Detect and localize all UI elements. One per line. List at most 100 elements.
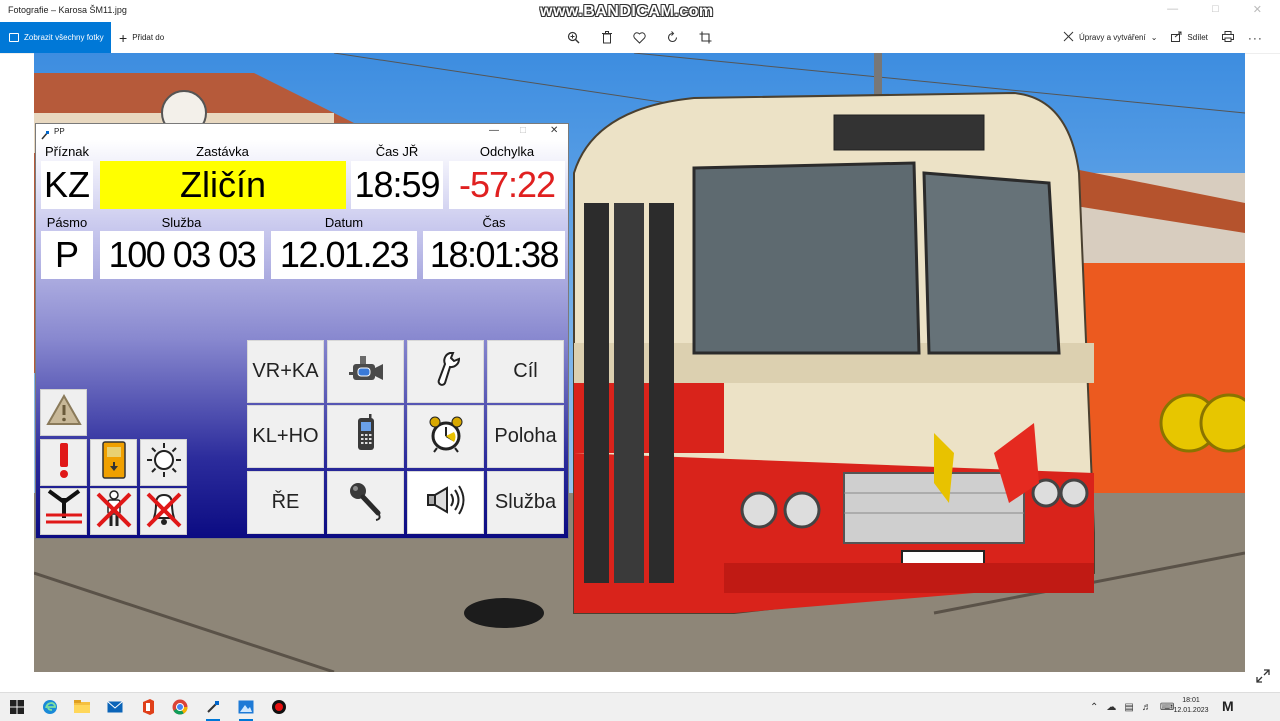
share-label: Sdílet [1187, 33, 1208, 42]
service-value: 100 03 03 [100, 231, 264, 279]
sluzba-button[interactable]: Služba [487, 471, 564, 534]
office-icon[interactable] [139, 698, 157, 716]
bandicam-record-icon[interactable] [270, 698, 288, 716]
taskbar-clock[interactable]: 18:01 12.01.2023 [1168, 696, 1214, 716]
pp-app-taskbar-icon[interactable] [204, 698, 222, 721]
photos-toolbar: Zobrazit všechny fotky + Přidat do Úprav… [0, 22, 1280, 54]
cil-label: Cíl [513, 360, 538, 382]
sun-icon [145, 441, 183, 484]
passenger-off-button[interactable] [90, 488, 137, 535]
kl-ho-button[interactable]: KL+HO [247, 405, 324, 468]
onedrive-icon[interactable]: ☁ [1106, 702, 1116, 713]
pp-minimize-icon[interactable]: — [489, 125, 499, 136]
datum-label: Datum [324, 215, 364, 230]
re-label: ŘE [271, 491, 300, 513]
zastavka-label: Zastávka [196, 144, 249, 159]
kl-ho-label: KL+HO [252, 425, 319, 447]
print-icon[interactable] [1221, 31, 1234, 44]
scheduled-time-value: 18:59 [351, 161, 443, 209]
sluzba-label: Služba [161, 215, 202, 230]
sluzba-button-label: Služba [494, 491, 557, 513]
odchylka-label: Odchylka [479, 144, 535, 159]
priznak-value: KZ [41, 161, 93, 209]
service-tools-button[interactable] [407, 340, 484, 403]
re-button[interactable]: ŘE [247, 471, 324, 534]
chrome-icon[interactable] [171, 698, 189, 716]
edit-create-label: Úpravy a vytváření [1079, 33, 1146, 42]
alarm-clock-icon [427, 414, 465, 460]
pp-app-icon [41, 127, 49, 140]
bell-crossed-icon [144, 488, 184, 535]
loudspeaker-icon [425, 484, 467, 522]
crop-icon[interactable] [698, 30, 713, 45]
add-to-button[interactable]: + Přidat do [119, 22, 164, 53]
pasmo-label: Pásmo [46, 215, 88, 230]
announcement-button[interactable] [407, 471, 484, 534]
pp-body: Příznak Zastávka Čas JŘ Odchylka KZ Zlič… [36, 140, 568, 538]
edit-create-button[interactable]: Úpravy a vytváření ⌄ [1063, 31, 1157, 44]
view-all-photos-label: Zobrazit všechny fotky [24, 33, 104, 42]
clock-time: 18:01 [1182, 697, 1200, 704]
person-crossed-icon [94, 488, 134, 535]
validator-button[interactable] [90, 439, 137, 486]
pasmo-value: P [41, 231, 93, 279]
fullscreen-icon[interactable] [1256, 669, 1270, 683]
system-tray: ⌃ ☁ ▤ ♬ ⌨ [1090, 693, 1174, 721]
app-titlebar: Fotografie – Karosa ŠM11.jpg www.BANDICA… [0, 0, 1280, 22]
video-camera-icon [347, 350, 385, 394]
alarm-button[interactable] [407, 405, 484, 468]
more-options-icon[interactable]: ··· [1248, 31, 1263, 45]
brightness-button[interactable] [140, 439, 187, 486]
alert-button[interactable] [40, 439, 87, 486]
photo-actions [566, 22, 713, 53]
windows-start-icon[interactable] [8, 698, 26, 716]
cas-label: Čas [482, 215, 506, 230]
file-explorer-icon[interactable] [73, 698, 91, 716]
delete-icon[interactable] [599, 30, 614, 45]
toolbar-right: Úpravy a vytváření ⌄ Sdílet ··· [1063, 22, 1263, 53]
camera-button[interactable] [327, 340, 404, 403]
pp-close-icon[interactable]: ✕ [550, 125, 558, 136]
poloha-button[interactable]: Poloha [487, 405, 564, 468]
vr-ka-button[interactable]: VR+KA [247, 340, 324, 403]
mobile-phone-icon [351, 413, 381, 460]
rotate-icon[interactable] [665, 30, 680, 45]
vr-ka-label: VR+KA [252, 360, 319, 382]
tray-chevron-up-icon[interactable]: ⌃ [1090, 702, 1098, 713]
zoom-icon[interactable] [566, 30, 581, 45]
bell-off-button[interactable] [140, 488, 187, 535]
wrench-icon [429, 350, 463, 394]
share-button[interactable]: Sdílet [1171, 31, 1208, 44]
photos-app-icon[interactable] [237, 698, 255, 721]
share-icon [1171, 31, 1182, 44]
antenna-crossed-icon [43, 488, 85, 535]
stop-name-value: Zličín [100, 161, 346, 209]
edge-browser-icon[interactable] [41, 698, 59, 716]
maximize-icon[interactable]: □ [1212, 3, 1219, 16]
warning-button[interactable] [40, 389, 87, 436]
bandicut-icon[interactable]: M [1222, 698, 1234, 714]
microphone-icon [346, 479, 386, 527]
volume-icon[interactable]: ♬ [1142, 702, 1152, 713]
favorite-heart-icon[interactable] [632, 30, 647, 45]
clock-value: 18:01:38 [423, 231, 565, 279]
view-all-photos-button[interactable]: Zobrazit všechny fotky [0, 22, 111, 53]
microphone-button[interactable] [327, 471, 404, 534]
plus-icon: + [119, 29, 128, 46]
chevron-down-icon: ⌄ [1150, 33, 1158, 42]
cil-button[interactable]: Cíl [487, 340, 564, 403]
exclamation-icon [57, 441, 71, 484]
warning-triangle-icon [45, 393, 82, 431]
minimize-icon[interactable]: — [1167, 3, 1178, 16]
pp-maximize-icon[interactable]: □ [520, 125, 526, 136]
cas-jr-label: Čas JŘ [375, 144, 419, 159]
network-icon[interactable]: ▤ [1124, 702, 1133, 713]
radio-off-button[interactable] [40, 488, 87, 535]
close-icon[interactable]: ✕ [1253, 3, 1262, 16]
pp-title: PP [54, 127, 65, 136]
mail-icon[interactable] [106, 698, 124, 716]
window-title: Fotografie – Karosa ŠM11.jpg [8, 5, 127, 15]
windows-taskbar: ⌃ ☁ ▤ ♬ ⌨ 18:01 12.01.2023 M [0, 692, 1280, 721]
pp-window: PP — □ ✕ Příznak Zastávka Čas JŘ Odchylk… [35, 123, 569, 539]
phone-button[interactable] [327, 405, 404, 468]
